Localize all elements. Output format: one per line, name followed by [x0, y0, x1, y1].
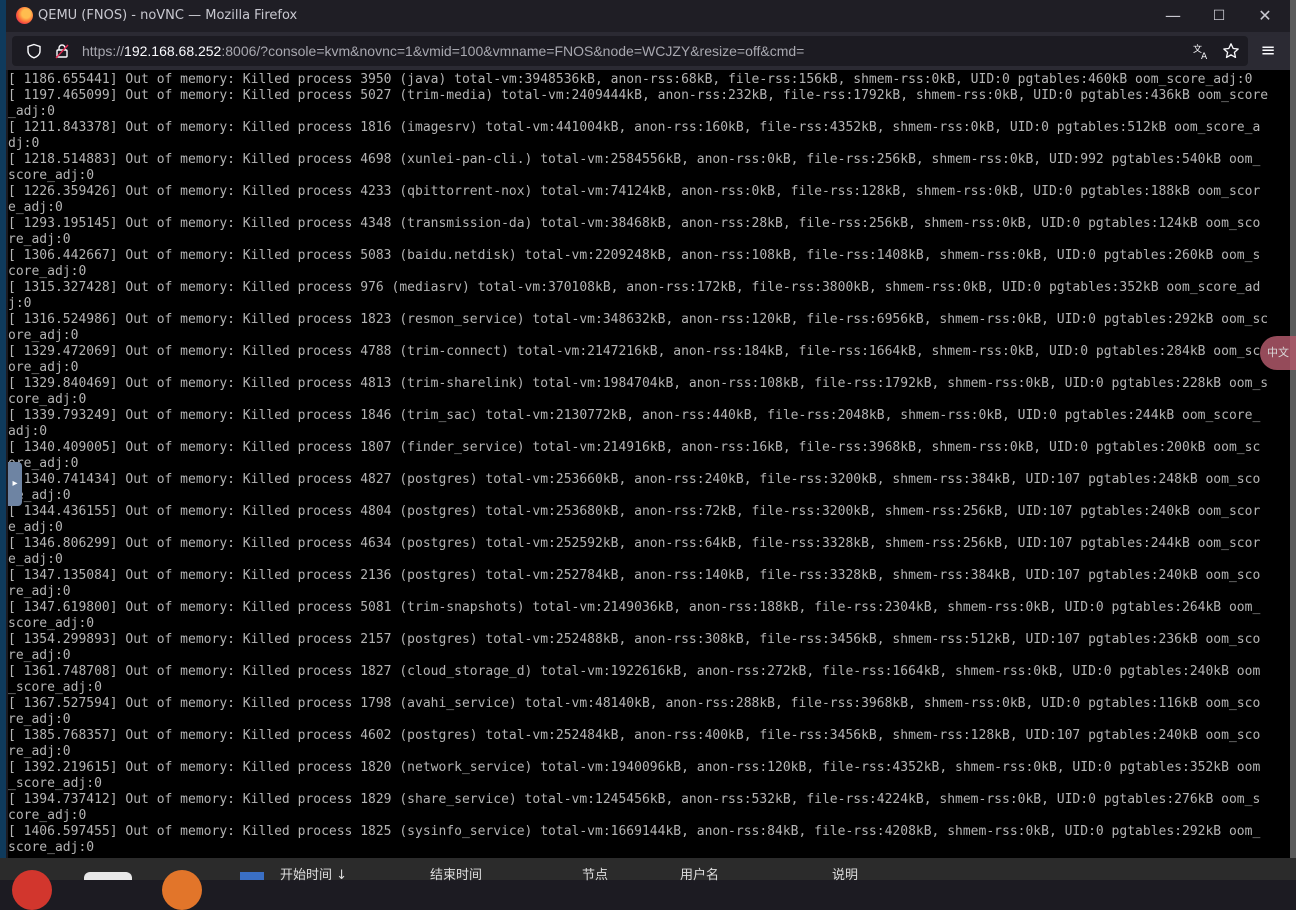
- firefox-window: QEMU (FNOS) - noVNC — Mozilla Firefox — …: [6, 0, 1296, 858]
- log-line: ore_adj:0: [8, 456, 79, 471]
- column-node[interactable]: 节点: [582, 864, 608, 883]
- log-line: _score_adj:0: [8, 680, 102, 695]
- column-end-time[interactable]: 结束时间: [430, 864, 482, 883]
- app-orange-icon[interactable]: [162, 870, 202, 910]
- firefox-logo-icon: [16, 7, 33, 24]
- log-line: [ 1339.793249] Out of memory: Killed pro…: [8, 408, 1261, 423]
- log-line: [ 1346.806299] Out of memory: Killed pro…: [8, 536, 1261, 551]
- log-line: [ 1347.619800] Out of memory: Killed pro…: [8, 600, 1261, 615]
- log-line: re_adj:0: [8, 488, 71, 503]
- log-line: [ 1197.465099] Out of memory: Killed pro…: [8, 88, 1269, 103]
- kernel-log: [ 1186.655441] Out of memory: Killed pro…: [8, 72, 1268, 856]
- column-start-time[interactable]: 开始时间 ↓: [280, 864, 347, 883]
- log-line: [ 1293.195145] Out of memory: Killed pro…: [8, 216, 1261, 231]
- log-line: [ 1385.768357] Out of memory: Killed pro…: [8, 728, 1261, 743]
- log-line: score_adj:0: [8, 840, 95, 855]
- log-line: re_adj:0: [8, 584, 71, 599]
- log-line: [ 1347.135084] Out of memory: Killed pro…: [8, 568, 1261, 583]
- svg-text:A: A: [1201, 52, 1208, 60]
- app-blue-icon[interactable]: [240, 872, 264, 880]
- log-line: re_adj:0: [8, 648, 71, 663]
- title-bar: QEMU (FNOS) - noVNC — Mozilla Firefox — …: [6, 0, 1290, 32]
- window-title: QEMU (FNOS) - noVNC — Mozilla Firefox: [38, 8, 298, 23]
- log-line: [ 1344.436155] Out of memory: Killed pro…: [8, 504, 1261, 519]
- log-line: re_adj:0: [8, 712, 71, 727]
- log-line: [ 1315.327428] Out of memory: Killed pro…: [8, 280, 1261, 295]
- log-line: [ 1354.299893] Out of memory: Killed pro…: [8, 632, 1261, 647]
- column-description[interactable]: 说明: [832, 864, 858, 883]
- bookmark-star-icon[interactable]: [1222, 42, 1240, 63]
- column-username[interactable]: 用户名: [680, 864, 719, 883]
- log-line: [ 1226.359426] Out of memory: Killed pro…: [8, 184, 1261, 199]
- app-red-icon[interactable]: [12, 870, 52, 910]
- log-line: [ 1406.597455] Out of memory: Killed pro…: [8, 824, 1261, 839]
- log-line: core_adj:0: [8, 264, 87, 279]
- minimize-button[interactable]: —: [1150, 0, 1196, 32]
- ime-badge[interactable]: 中文: [1260, 336, 1296, 370]
- log-line: _adj:0: [8, 104, 55, 119]
- log-line: [ 1306.442667] Out of memory: Killed pro…: [8, 248, 1261, 263]
- app-white-icon[interactable]: [84, 872, 132, 880]
- translate-icon[interactable]: 文A: [1192, 42, 1210, 63]
- taskbar: 开始时间 ↓ 结束时间 节点 用户名 说明: [0, 858, 1296, 910]
- log-line: score_adj:0: [8, 616, 95, 631]
- log-line: [ 1367.527594] Out of memory: Killed pro…: [8, 696, 1261, 711]
- log-line: adj:0: [8, 424, 48, 439]
- log-line: e_adj:0: [8, 200, 63, 215]
- navigation-bar: https://192.168.68.252:8006/?console=kvm…: [6, 32, 1290, 70]
- close-button[interactable]: ✕: [1242, 0, 1288, 32]
- log-line: core_adj:0: [8, 392, 87, 407]
- hamburger-menu-icon[interactable]: ≡: [1254, 38, 1282, 64]
- novnc-sidebar-handle[interactable]: ▸: [8, 462, 22, 506]
- lock-icon[interactable]: [54, 43, 70, 62]
- maximize-button[interactable]: ☐: [1196, 0, 1242, 32]
- log-line: [ 1329.840469] Out of memory: Killed pro…: [8, 376, 1269, 391]
- log-line: [ 1186.655441] Out of memory: Killed pro…: [8, 72, 1253, 87]
- url-text[interactable]: https://192.168.68.252:8006/?console=kvm…: [82, 43, 804, 59]
- log-line: e_adj:0: [8, 520, 63, 535]
- log-line: [ 1316.524986] Out of memory: Killed pro…: [8, 312, 1269, 327]
- log-line: [ 1340.409005] Out of memory: Killed pro…: [8, 440, 1261, 455]
- log-line: ore_adj:0: [8, 328, 79, 343]
- log-line: [ 1329.472069] Out of memory: Killed pro…: [8, 344, 1261, 359]
- log-line: e_adj:0: [8, 552, 63, 567]
- log-line: [ 1211.843378] Out of memory: Killed pro…: [8, 120, 1261, 135]
- shield-icon[interactable]: [26, 43, 42, 62]
- log-line: _score_adj:0: [8, 776, 102, 791]
- log-line: j:0: [8, 296, 32, 311]
- vnc-console-screen[interactable]: [ 1186.655441] Out of memory: Killed pro…: [8, 70, 1290, 858]
- log-line: re_adj:0: [8, 232, 71, 247]
- log-line: core_adj:0: [8, 808, 87, 823]
- log-line: ore_adj:0: [8, 360, 79, 375]
- log-line: score_adj:0: [8, 168, 95, 183]
- log-line: [ 1394.737412] Out of memory: Killed pro…: [8, 792, 1261, 807]
- url-bar[interactable]: https://192.168.68.252:8006/?console=kvm…: [12, 36, 1248, 66]
- log-line: [ 1361.748708] Out of memory: Killed pro…: [8, 664, 1261, 679]
- log-line: [ 1218.514883] Out of memory: Killed pro…: [8, 152, 1261, 167]
- log-line: [ 1392.219615] Out of memory: Killed pro…: [8, 760, 1261, 775]
- log-line: [ 1340.741434] Out of memory: Killed pro…: [8, 472, 1261, 487]
- log-line: re_adj:0: [8, 744, 71, 759]
- log-line: dj:0: [8, 136, 40, 151]
